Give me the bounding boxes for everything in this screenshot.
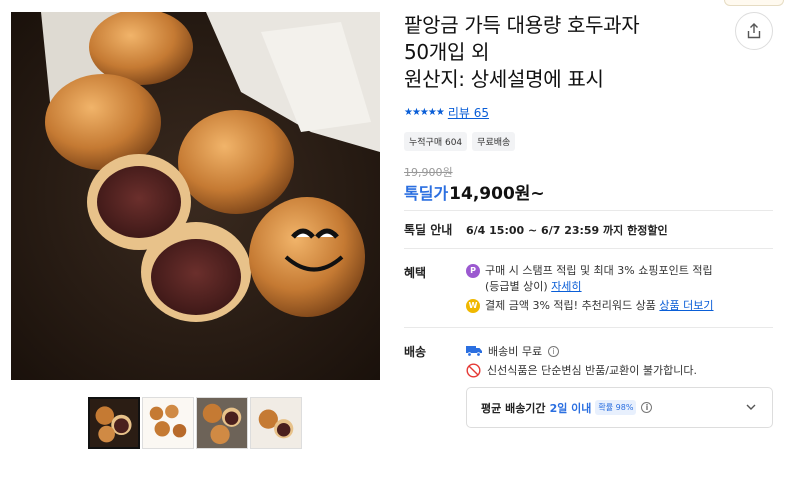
thumbnail-1[interactable] — [88, 397, 140, 449]
benefit-point-desc: 구매 시 스탬프 적립 및 최대 3% 쇼핑포인트 적립 — [485, 264, 713, 277]
divider — [404, 327, 773, 328]
deal-price-row: 톡딜가 14,900원~ — [404, 179, 545, 204]
product-title: 팥앙금 가득 대용량 호두과자 50개입 외 원산지: 상세설명에 표시 — [404, 12, 724, 93]
point-icon: P — [466, 264, 480, 278]
thumbnail-2[interactable] — [142, 397, 194, 449]
deal-price: 14,900원~ — [449, 184, 545, 204]
original-price: 19,900원 — [404, 166, 453, 179]
purchase-count-badge: 누적구매 604 — [404, 132, 468, 151]
shipping-fee-text: 배송비 무료 — [488, 345, 543, 358]
deal-label: 톡딜가 — [404, 184, 449, 203]
info-icon[interactable]: i — [641, 402, 653, 413]
benefit-reward: W 결제 금액 3% 적립! 추천리워드 상품 상품 더보기 — [466, 298, 714, 314]
benefit-point: P 구매 시 스탬프 적립 및 최대 3% 쇼핑포인트 적립 (등급별 상이) … — [466, 263, 713, 295]
divider — [404, 248, 773, 249]
free-shipping-badge: 무료배송 — [472, 132, 516, 151]
benefit-point-note: (등급별 상이) — [485, 280, 548, 293]
chevron-down-icon[interactable] — [744, 400, 758, 414]
fresh-food-notice-text: 신선식품은 단순변심 반품/교환이 불가합니다. — [487, 364, 697, 377]
benefit-detail-link[interactable]: 자세히 — [551, 280, 581, 293]
probability-badge: 확률 98% — [595, 400, 637, 415]
sale-label: 톡딜 안내 — [404, 223, 453, 237]
benefit-reward-text: 결제 금액 3% 적립! 추천리워드 상품 상품 더보기 — [485, 298, 714, 314]
review-link[interactable]: 리뷰 65 — [448, 104, 489, 121]
divider — [404, 210, 773, 211]
benefit-point-text: 구매 시 스탬프 적립 및 최대 3% 쇼핑포인트 적립 (등급별 상이) 자세… — [485, 263, 713, 295]
info-icon[interactable]: i — [548, 345, 560, 357]
sale-period: 6/4 15:00 ~ 6/7 23:59 까지 한정할인 — [466, 224, 668, 237]
reward-icon: W — [466, 299, 480, 313]
top-banner-edge — [724, 0, 784, 6]
thumbnail-strip — [88, 397, 302, 449]
truck-icon — [466, 346, 482, 357]
avg-delivery-value: 2일 이내 — [549, 401, 592, 415]
thumbnail-4[interactable] — [250, 397, 302, 449]
fresh-food-notice: 신선식품은 단순변심 반품/교환이 불가합니다. — [466, 362, 697, 378]
title-line-3: 원산지: 상세설명에 표시 — [404, 67, 604, 91]
no-entry-icon — [466, 362, 481, 378]
shipping-label: 배송 — [404, 345, 427, 359]
benefit-reward-desc: 결제 금액 3% 적립! 추천리워드 상품 — [485, 299, 656, 312]
thumbnail-3[interactable] — [196, 397, 248, 449]
shipping-fee-line: 배송비 무료 i — [466, 343, 560, 359]
share-button[interactable] — [735, 12, 773, 50]
rating-stars: ★★★★★ — [404, 107, 445, 118]
average-delivery-box[interactable]: 평균 배송기간 2일 이내 확률 98% i — [466, 387, 773, 428]
main-product-image — [11, 12, 380, 380]
avg-delivery-label: 평균 배송기간 — [481, 401, 546, 415]
title-line-1: 팥앙금 가득 대용량 호두과자 — [404, 13, 640, 37]
badge-row: 누적구매 604 무료배송 — [404, 132, 516, 151]
rating-row: ★★★★★ 리뷰 65 — [404, 104, 489, 121]
more-products-link[interactable]: 상품 더보기 — [659, 299, 713, 312]
title-line-2: 50개입 외 — [404, 40, 490, 64]
share-icon — [747, 23, 761, 39]
benefit-label: 혜택 — [404, 266, 427, 280]
